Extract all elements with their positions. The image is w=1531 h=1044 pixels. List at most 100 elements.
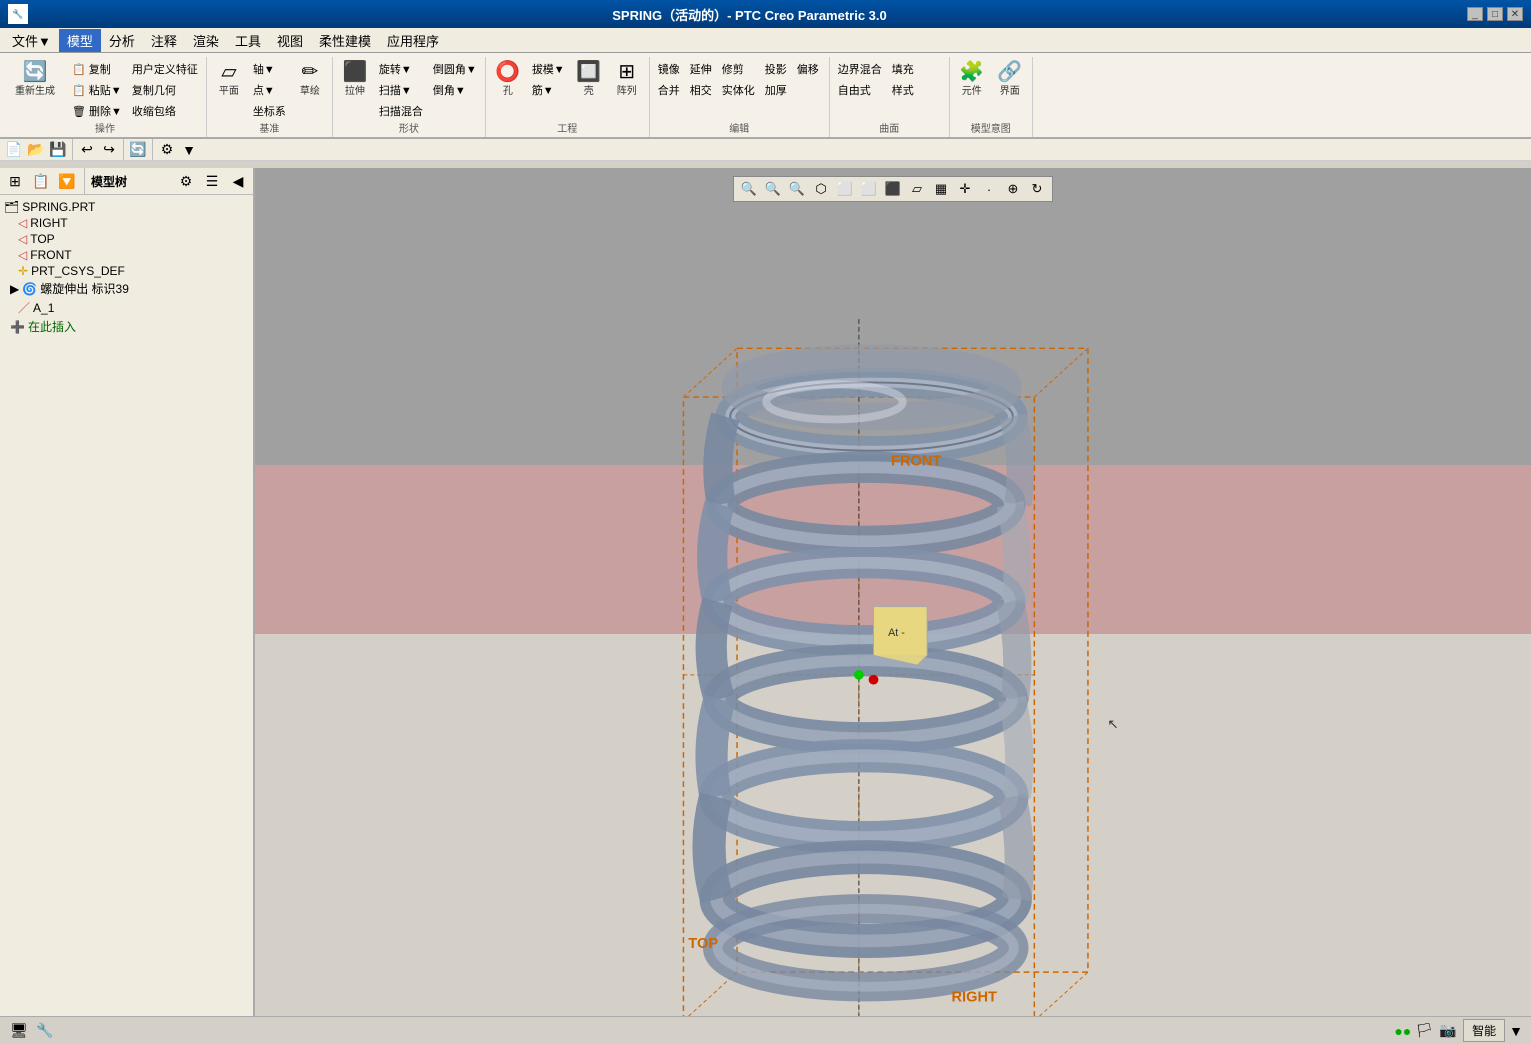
- vp-btn-shade[interactable]: ⬛: [882, 179, 904, 199]
- icon-layers[interactable]: 📋: [30, 171, 52, 191]
- btn-solidify[interactable]: 实体化: [718, 80, 759, 100]
- btn-thicken[interactable]: 加厚: [761, 80, 791, 100]
- btn-regenerate[interactable]: 🔄 重新生成: [8, 59, 62, 100]
- qa-arrow[interactable]: ▼: [179, 141, 199, 159]
- btn-interface[interactable]: 🔗 界面: [992, 59, 1028, 100]
- btn-plane[interactable]: ▱ 平面: [211, 59, 247, 100]
- qa-more[interactable]: ⚙: [157, 141, 177, 159]
- btn-shrink[interactable]: 收缩包络: [128, 101, 202, 121]
- vp-btn-csys-disp[interactable]: ⊕: [1002, 179, 1024, 199]
- status-mode[interactable]: 智能: [1463, 1019, 1505, 1042]
- vp-btn-wire[interactable]: ⬜: [834, 179, 856, 199]
- minimize-button[interactable]: _: [1467, 7, 1483, 21]
- btn-trim[interactable]: 修剪: [718, 59, 759, 79]
- vp-btn-zoom-fit[interactable]: 🔍: [738, 179, 760, 199]
- btn-rib[interactable]: 筋▼: [528, 80, 569, 100]
- btn-user-feature[interactable]: 用户定义特征: [128, 59, 202, 79]
- menu-apps[interactable]: 应用程序: [379, 29, 447, 52]
- icon-columns[interactable]: ☰: [201, 171, 223, 191]
- menu-view[interactable]: 视图: [269, 29, 311, 52]
- menu-flexible[interactable]: 柔性建模: [311, 29, 379, 52]
- btn-merge[interactable]: 合并: [654, 80, 684, 100]
- restore-button[interactable]: □: [1487, 7, 1503, 21]
- btn-blend-sweep[interactable]: 扫描混合: [375, 101, 427, 121]
- btn-mirror[interactable]: 镜像: [654, 59, 684, 79]
- tree-item-insert[interactable]: ➕ 在此插入: [2, 317, 251, 336]
- eng-col: 拔模▼ 筋▼: [528, 59, 569, 100]
- menu-annotation[interactable]: 注释: [143, 29, 185, 52]
- ribbon-content: 🔄 重新生成 📋 复制 📋 粘贴▼ 🗑 删除▼ 用户定义特征 复制几何 收缩包络…: [0, 53, 1531, 137]
- menu-analysis[interactable]: 分析: [101, 29, 143, 52]
- menu-render[interactable]: 渲染: [185, 29, 227, 52]
- btn-chamfer[interactable]: 倒角▼: [429, 80, 481, 100]
- btn-project[interactable]: 投影: [761, 59, 791, 79]
- ribbon-group-datum: ▱ 平面 轴▼ 点▼ 坐标系 ✏ 草绘 基准: [207, 57, 333, 137]
- qa-new[interactable]: 📄: [4, 141, 24, 159]
- btn-csys[interactable]: 坐标系: [249, 101, 290, 121]
- window-controls[interactable]: _ □ ✕: [1467, 7, 1523, 21]
- btn-point[interactable]: 点▼: [249, 80, 290, 100]
- status-camera[interactable]: 📷: [1437, 1021, 1459, 1041]
- menu-model[interactable]: 模型: [59, 29, 101, 52]
- vp-btn-axis-disp[interactable]: ✛: [954, 179, 976, 199]
- btn-delete[interactable]: 🗑 删除▼: [68, 101, 126, 121]
- shell-icon: 🔲: [576, 62, 601, 82]
- status-icon2[interactable]: 🔧: [34, 1021, 56, 1041]
- btn-copy-geo[interactable]: 复制几何: [128, 80, 202, 100]
- btn-style[interactable]: 样式: [888, 80, 918, 100]
- btn-extrude[interactable]: ⬛ 拉伸: [337, 59, 373, 100]
- btn-fill[interactable]: 填充: [888, 59, 918, 79]
- vp-btn-point-disp[interactable]: ·: [978, 179, 1000, 199]
- btn-draft[interactable]: 拔模▼: [528, 59, 569, 79]
- vp-btn-zoom-in[interactable]: 🔍: [762, 179, 784, 199]
- vp-btn-plane-disp[interactable]: ▦: [930, 179, 952, 199]
- btn-axis[interactable]: 轴▼: [249, 59, 290, 79]
- btn-revolve[interactable]: 旋转▼: [375, 59, 427, 79]
- tree-icon-csys: ✛: [18, 264, 28, 278]
- btn-intersect[interactable]: 相交: [686, 80, 716, 100]
- btn-component[interactable]: 🧩 元件: [954, 59, 990, 100]
- vp-btn-orient[interactable]: ⬡: [810, 179, 832, 199]
- status-expand[interactable]: ▼: [1509, 1023, 1523, 1039]
- btn-shell[interactable]: 🔲 壳: [571, 59, 607, 100]
- vp-btn-hidden[interactable]: ⬜: [858, 179, 880, 199]
- icon-grid[interactable]: ⊞: [4, 171, 26, 191]
- vp-btn-spin[interactable]: ↻: [1026, 179, 1048, 199]
- tree-item-top[interactable]: ◁ TOP: [2, 231, 251, 247]
- tree-item-csys[interactable]: ✛ PRT_CSYS_DEF: [2, 263, 251, 279]
- status-icon1[interactable]: 🖥: [8, 1021, 30, 1041]
- menu-tools[interactable]: 工具: [227, 29, 269, 52]
- tree-item-helix[interactable]: ▶ 🌀 螺旋伸出 标识39: [2, 279, 251, 298]
- qa-open[interactable]: 📂: [26, 141, 46, 159]
- icon-expand[interactable]: ◀: [227, 171, 249, 191]
- icon-filter[interactable]: 🔽: [56, 171, 78, 191]
- model-tree-title: 模型树: [91, 173, 127, 190]
- btn-sweep[interactable]: 扫描▼: [375, 80, 427, 100]
- tree-expand-helix[interactable]: ▶: [10, 282, 19, 296]
- menu-file[interactable]: 文件▼: [4, 29, 59, 52]
- btn-pattern[interactable]: ⊞ 阵列: [609, 59, 645, 100]
- svg-text:At -: At -: [888, 627, 905, 639]
- btn-copy[interactable]: 📋 复制: [68, 59, 126, 79]
- tree-item-front[interactable]: ◁ FRONT: [2, 247, 251, 263]
- tree-item-right[interactable]: ◁ RIGHT: [2, 215, 251, 231]
- icon-settings[interactable]: ⚙: [175, 171, 197, 191]
- qa-redo[interactable]: ↪: [99, 141, 119, 159]
- qa-save[interactable]: 💾: [48, 141, 68, 159]
- tree-item-axis[interactable]: ／ A_1: [2, 298, 251, 317]
- vp-btn-perspective[interactable]: ▱: [906, 179, 928, 199]
- btn-hole[interactable]: ⭕ 孔: [490, 59, 526, 100]
- btn-freestyle[interactable]: 自由式: [834, 80, 886, 100]
- btn-extend[interactable]: 延伸: [686, 59, 716, 79]
- qa-undo[interactable]: ↩: [77, 141, 97, 159]
- btn-boundary-blend[interactable]: 边界混合: [834, 59, 886, 79]
- qa-regen[interactable]: 🔄: [128, 141, 148, 159]
- btn-sketch[interactable]: ✏ 草绘: [292, 59, 328, 100]
- main-viewport[interactable]: 🔍 🔍 🔍 ⬡ ⬜ ⬜ ⬛ ▱ ▦ ✛ · ⊕ ↻: [255, 168, 1531, 1016]
- btn-round[interactable]: 倒圆角▼: [429, 59, 481, 79]
- vp-btn-zoom-out[interactable]: 🔍: [786, 179, 808, 199]
- tree-item-spring-prt[interactable]: 🗂 SPRING.PRT: [2, 199, 251, 215]
- btn-paste[interactable]: 📋 粘贴▼: [68, 80, 126, 100]
- close-button[interactable]: ✕: [1507, 7, 1523, 21]
- btn-offset[interactable]: 偏移: [793, 59, 823, 79]
